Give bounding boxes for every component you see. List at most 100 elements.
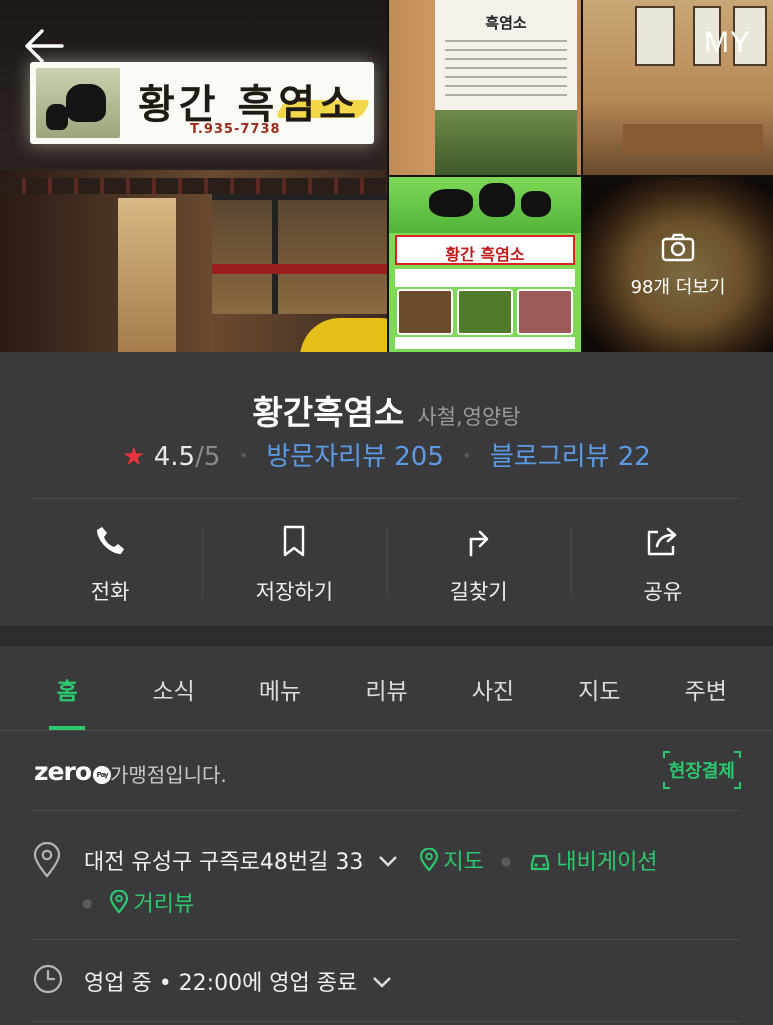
goat-shape xyxy=(521,191,551,217)
address-line: 대전 유성구 구즉로48번길 33 지도 ● 내비게이션 xyxy=(84,844,658,878)
storefront-window xyxy=(212,194,387,314)
zeropay-text: 가맹점입니다. xyxy=(110,763,227,787)
directions-label: 길찾기 xyxy=(449,580,508,604)
save-label: 저장하기 xyxy=(255,580,334,604)
store-signboard: 황간 흑염소 T.935-7738 xyxy=(30,62,374,144)
section-gap xyxy=(0,626,773,646)
map-pin-icon xyxy=(109,889,129,920)
share-icon xyxy=(571,524,755,558)
poster-title: 흑염소 xyxy=(485,14,527,32)
back-button[interactable] xyxy=(22,24,66,68)
flyer-header xyxy=(389,177,581,233)
more-photos-label: 98개 더보기 xyxy=(630,277,726,298)
onsite-payment-badge: 현장결제 xyxy=(662,751,741,789)
goat-shape xyxy=(66,84,106,122)
hours-row[interactable]: 영업 중 • 22:00에 영업 종료 xyxy=(0,941,773,1025)
chevron-down-icon[interactable] xyxy=(372,969,392,994)
tab-home[interactable]: 홈 xyxy=(14,646,120,730)
action-bar: 전화 저장하기 길찾기 공유 xyxy=(18,520,755,604)
share-button[interactable]: 공유 xyxy=(570,520,755,604)
share-label: 공유 xyxy=(643,580,683,604)
tab-news[interactable]: 소식 xyxy=(120,646,226,730)
flyer-price-strip xyxy=(395,337,575,349)
poster-paper: 흑염소 xyxy=(435,0,577,175)
separator-dot: • xyxy=(238,446,249,465)
address-row: 대전 유성구 구즉로48번길 33 지도 ● 내비게이션 ● 거리뷰 xyxy=(0,812,773,940)
wall-frame xyxy=(635,6,675,66)
street-view-line: ● 거리뷰 xyxy=(82,886,194,920)
divider xyxy=(32,939,741,940)
flyer-photo[interactable]: 황간 흑염소 xyxy=(389,177,581,352)
photo-gallery[interactable]: 황간 흑염소 T.935-7738 흑염소 황간 흑염소 98개 더보기 MY xyxy=(0,0,773,352)
bookmark-icon xyxy=(202,524,386,558)
goat-shape xyxy=(46,104,68,130)
car-icon xyxy=(528,850,552,878)
awning xyxy=(0,178,387,194)
separator-dot: • xyxy=(462,446,472,465)
poster-field-image xyxy=(435,110,577,175)
rating-row: ★ 4.5/5 • 방문자리뷰 205 • 블로그리뷰 22 xyxy=(0,436,773,473)
separator-dot: ● xyxy=(82,896,93,910)
clock-icon xyxy=(32,963,64,999)
onsite-payment-label: 현장결제 xyxy=(668,761,735,782)
tab-reviews[interactable]: 리뷰 xyxy=(333,646,439,730)
star-icon: ★ xyxy=(122,442,146,472)
address-text[interactable]: 대전 유성구 구즉로48번길 33 xyxy=(84,850,363,875)
store-category: 사철,영양탕 xyxy=(417,405,521,429)
title-row: 황간흑염소 사철,영양탕 xyxy=(0,386,773,434)
sign-phone: T.935-7738 xyxy=(190,122,281,137)
store-name: 황간흑염소 xyxy=(252,393,405,432)
camera-icon xyxy=(661,232,695,266)
rating-score: 4.5 xyxy=(153,442,196,472)
call-button[interactable]: 전화 xyxy=(18,520,202,604)
chevron-down-icon[interactable] xyxy=(378,848,398,873)
my-button[interactable]: MY xyxy=(704,26,751,60)
location-pin-icon xyxy=(32,841,62,882)
divider xyxy=(32,1021,741,1022)
hours-line: 영업 중 • 22:00에 영업 종료 xyxy=(84,965,392,997)
street-view-label: 거리뷰 xyxy=(133,892,195,917)
rating-max: /5 xyxy=(195,442,221,472)
tab-menu[interactable]: 메뉴 xyxy=(227,646,333,730)
hours-text: 영업 중 • 22:00에 영업 종료 xyxy=(84,971,358,996)
map-link[interactable]: 지도 xyxy=(419,847,490,878)
goat-shape xyxy=(429,189,473,217)
zeropay-logo-badge: Pay xyxy=(93,766,112,784)
tab-bar: 홈 소식 메뉴 리뷰 사진 지도 주변 xyxy=(0,646,773,730)
zeropay-logo: zero Pay xyxy=(34,757,112,786)
tab-photos[interactable]: 사진 xyxy=(440,646,546,730)
back-arrow-icon xyxy=(22,29,66,72)
poster-text-lines xyxy=(445,40,567,100)
street-view-link[interactable]: 거리뷰 xyxy=(109,889,195,920)
goat-shape xyxy=(479,183,515,217)
navigation-link-label: 내비게이션 xyxy=(556,850,658,875)
call-label: 전화 xyxy=(90,580,130,604)
navigation-link[interactable]: 내비게이션 xyxy=(528,850,658,878)
separator-dot: ● xyxy=(500,854,512,868)
save-button[interactable]: 저장하기 xyxy=(202,520,386,604)
storefront-door xyxy=(118,198,176,352)
place-summary: 황간흑염소 사철,영양탕 ★ 4.5/5 • 방문자리뷰 205 • 블로그리뷰… xyxy=(0,352,773,626)
red-strip xyxy=(212,264,387,274)
flyer-food-image xyxy=(517,289,573,335)
blog-reviews-link[interactable]: 블로그리뷰 22 xyxy=(490,442,651,472)
table xyxy=(623,124,763,154)
zeropay-row: zero Pay 가맹점입니다. 현장결제 xyxy=(0,731,773,811)
flyer-food-image xyxy=(457,289,513,335)
visitor-reviews-link[interactable]: 방문자리뷰 205 xyxy=(266,442,444,472)
poster-photo[interactable]: 흑염소 xyxy=(389,0,581,175)
divider xyxy=(32,498,741,499)
directions-button[interactable]: 길찾기 xyxy=(386,520,571,604)
divider xyxy=(32,810,741,811)
flyer-strip xyxy=(395,269,575,287)
tab-nearby[interactable]: 주변 xyxy=(653,646,759,730)
flyer-banner: 황간 흑염소 xyxy=(395,235,575,265)
flyer-title: 황간 흑염소 xyxy=(445,245,525,264)
directions-icon xyxy=(387,524,571,558)
map-link-label: 지도 xyxy=(443,850,484,875)
tab-map[interactable]: 지도 xyxy=(546,646,652,730)
flyer-food-image xyxy=(397,289,453,335)
zeropay-logo-text: zero xyxy=(34,757,92,786)
more-photos-tile[interactable]: 98개 더보기 xyxy=(583,177,773,352)
map-pin-icon xyxy=(419,847,439,878)
